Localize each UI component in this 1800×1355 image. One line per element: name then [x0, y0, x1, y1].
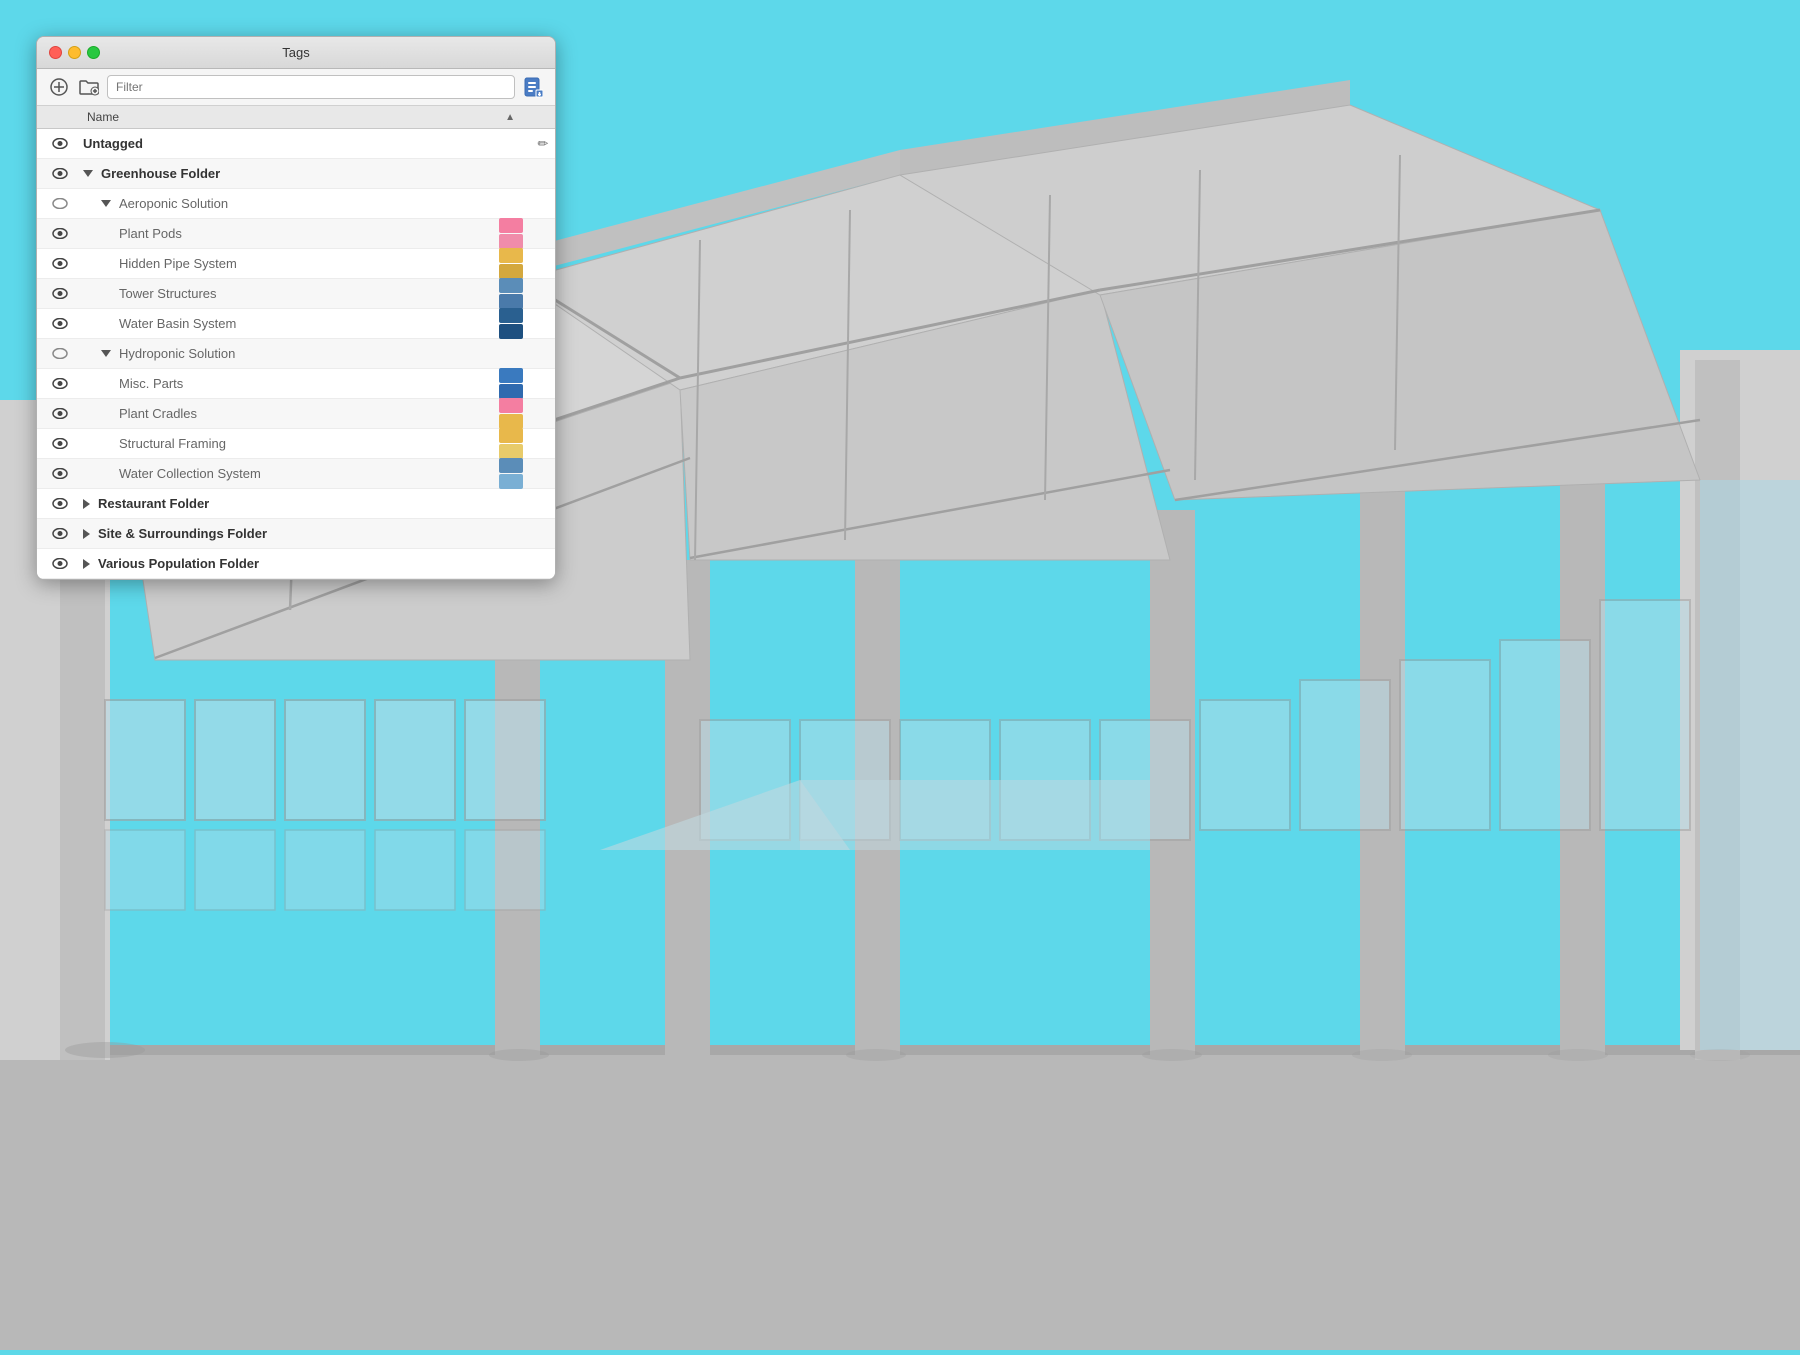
- label-plant-pods: Plant Pods: [83, 226, 499, 241]
- expand-hydroponic[interactable]: [101, 350, 111, 357]
- eye-structural-framing[interactable]: [37, 438, 83, 449]
- sort-icon[interactable]: ▲: [505, 112, 523, 123]
- colors-tower-structures: [499, 278, 525, 309]
- eye-aeroponic[interactable]: [37, 198, 83, 209]
- filter-input[interactable]: [107, 75, 515, 99]
- row-site-folder[interactable]: Site & Surroundings Folder: [37, 519, 555, 549]
- row-aeroponic[interactable]: Aeroponic Solution: [37, 189, 555, 219]
- label-hidden-pipe: Hidden Pipe System: [83, 256, 499, 271]
- label-restaurant-folder: Restaurant Folder: [83, 496, 499, 511]
- close-button[interactable]: [49, 46, 62, 59]
- eye-misc-parts[interactable]: [37, 378, 83, 389]
- tags-panel: Tags Name ▲ Untagged ✏: [36, 36, 556, 580]
- row-plant-pods[interactable]: Plant Pods: [37, 219, 555, 249]
- eye-tower-structures[interactable]: [37, 288, 83, 299]
- label-hydroponic: Hydroponic Solution: [83, 346, 499, 361]
- colors-water-collection: [499, 458, 525, 489]
- maximize-button[interactable]: [87, 46, 100, 59]
- eye-hidden-pipe[interactable]: [37, 258, 83, 269]
- toolbar: [37, 69, 555, 106]
- eye-hydroponic[interactable]: [37, 348, 83, 359]
- colors-misc-parts: [499, 368, 525, 399]
- eye-untagged[interactable]: [37, 138, 83, 149]
- label-water-basin: Water Basin System: [83, 316, 499, 331]
- minimize-button[interactable]: [68, 46, 81, 59]
- add-folder-button[interactable]: [77, 75, 101, 99]
- eye-water-basin[interactable]: [37, 318, 83, 329]
- export-button[interactable]: [521, 75, 545, 99]
- label-tower-structures: Tower Structures: [83, 286, 499, 301]
- expand-greenhouse[interactable]: [83, 170, 93, 177]
- row-tower-structures[interactable]: Tower Structures: [37, 279, 555, 309]
- label-untagged: Untagged: [83, 136, 499, 151]
- row-water-basin[interactable]: Water Basin System: [37, 309, 555, 339]
- panel-title: Tags: [282, 45, 309, 60]
- row-structural-framing[interactable]: Structural Framing: [37, 429, 555, 459]
- eye-plant-pods[interactable]: [37, 228, 83, 239]
- expand-various[interactable]: [83, 559, 90, 569]
- label-aeroponic: Aeroponic Solution: [83, 196, 499, 211]
- expand-aeroponic[interactable]: [101, 200, 111, 207]
- label-greenhouse-folder: Greenhouse Folder: [83, 166, 499, 181]
- label-site-folder: Site & Surroundings Folder: [83, 526, 499, 541]
- eye-site[interactable]: [37, 528, 83, 539]
- row-untagged[interactable]: Untagged ✏: [37, 129, 555, 159]
- expand-site[interactable]: [83, 529, 90, 539]
- label-structural-framing: Structural Framing: [83, 436, 499, 451]
- row-restaurant-folder[interactable]: Restaurant Folder: [37, 489, 555, 519]
- colors-water-basin: [499, 308, 525, 339]
- tag-list: Untagged ✏ Greenhouse Folder Aeroponic S: [37, 129, 555, 579]
- label-various-folder: Various Population Folder: [83, 556, 499, 571]
- row-greenhouse-folder[interactable]: Greenhouse Folder: [37, 159, 555, 189]
- row-plant-cradles[interactable]: Plant Cradles: [37, 399, 555, 429]
- eye-various[interactable]: [37, 558, 83, 569]
- title-bar: Tags: [37, 37, 555, 69]
- eye-water-collection[interactable]: [37, 468, 83, 479]
- colors-structural-framing: [499, 428, 525, 459]
- edit-untagged[interactable]: ✏: [531, 136, 555, 152]
- label-misc-parts: Misc. Parts: [83, 376, 499, 391]
- column-header: Name ▲: [37, 106, 555, 129]
- eye-plant-cradles[interactable]: [37, 408, 83, 419]
- row-various-folder[interactable]: Various Population Folder: [37, 549, 555, 579]
- colors-plant-pods: [499, 218, 525, 249]
- eye-greenhouse[interactable]: [37, 168, 83, 179]
- label-water-collection: Water Collection System: [83, 466, 499, 481]
- expand-restaurant[interactable]: [83, 499, 90, 509]
- colors-hidden-pipe: [499, 248, 525, 279]
- row-misc-parts[interactable]: Misc. Parts: [37, 369, 555, 399]
- colors-plant-cradles: [499, 398, 525, 429]
- add-tag-button[interactable]: [47, 75, 71, 99]
- traffic-lights: [49, 46, 100, 59]
- row-water-collection[interactable]: Water Collection System: [37, 459, 555, 489]
- row-hydroponic[interactable]: Hydroponic Solution: [37, 339, 555, 369]
- row-hidden-pipe[interactable]: Hidden Pipe System: [37, 249, 555, 279]
- label-plant-cradles: Plant Cradles: [83, 406, 499, 421]
- eye-restaurant[interactable]: [37, 498, 83, 509]
- name-column-header[interactable]: Name: [83, 110, 505, 124]
